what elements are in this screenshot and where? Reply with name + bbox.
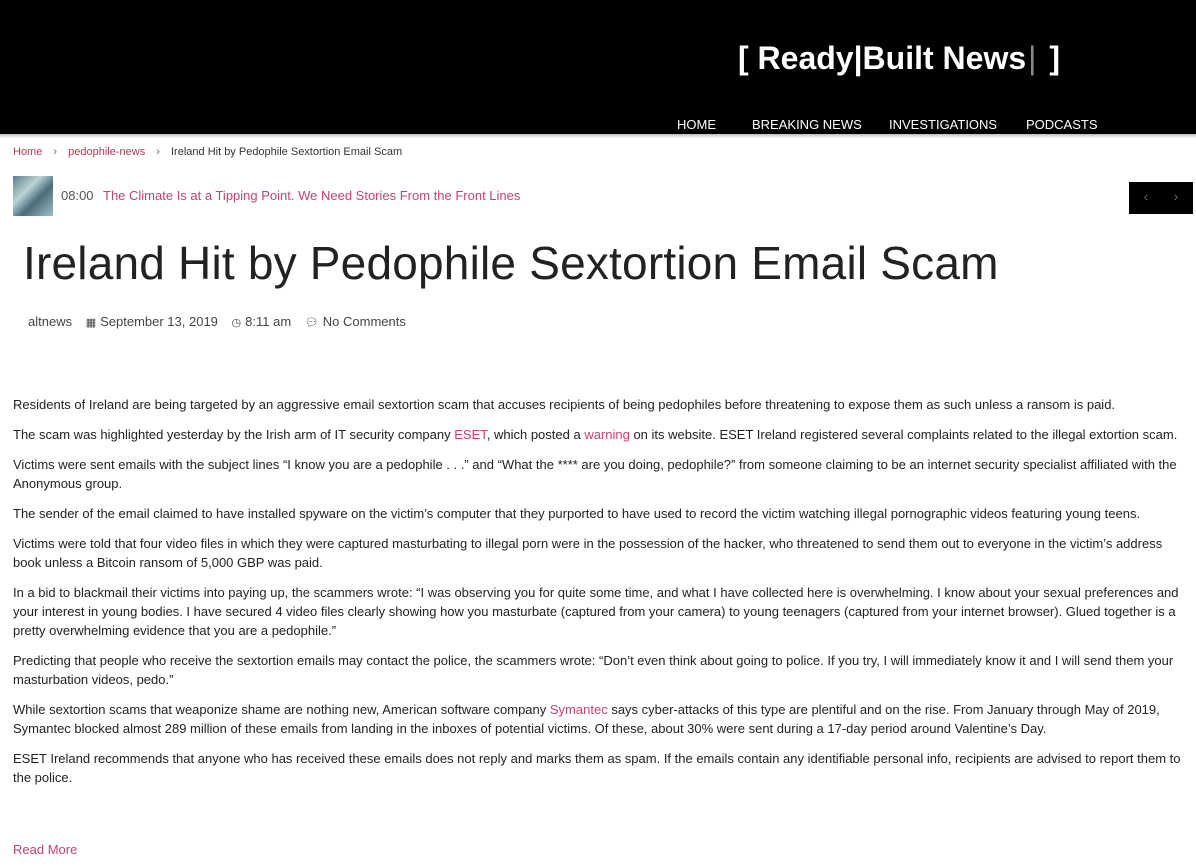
paragraph: The scam was highlighted yesterday by th…	[13, 425, 1191, 444]
post-date: September 13, 2019	[100, 314, 218, 329]
breadcrumb-category[interactable]: pedophile-news	[68, 146, 145, 158]
ticker-nav: ‹ ›	[1129, 182, 1193, 214]
nav-home[interactable]: HOME	[677, 117, 716, 132]
article-meta: altnews ▦ September 13, 2019 ◷ 8:11 am 💬︎ N…	[28, 314, 416, 329]
text: The scam was highlighted yesterday by th…	[13, 427, 455, 442]
chevron-right-icon: ›	[53, 146, 58, 158]
symantec-link[interactable]: Symantec	[550, 702, 608, 717]
paragraph: Residents of Ireland are being targeted …	[13, 397, 1116, 412]
ticker-time: 08:00	[61, 188, 94, 203]
site-logo[interactable]: [ Ready|Built News| ]	[738, 40, 1060, 77]
read-more-link[interactable]: Read More	[13, 842, 77, 857]
paragraph: The sender of the email claimed to have …	[13, 506, 1141, 521]
text: on its website. ESET Ireland registered …	[629, 427, 1178, 442]
breadcrumb-home[interactable]: Home	[13, 146, 42, 158]
paragraph: Predicting that people who receive the s…	[13, 653, 1174, 687]
paragraph: Victims were sent emails with the subjec…	[13, 457, 1177, 491]
warning-link[interactable]: warning	[584, 427, 630, 442]
paragraph: In a bid to blackmail their victims into…	[13, 585, 1179, 638]
ticker-prev-button[interactable]: ‹	[1135, 188, 1157, 204]
logo-open-bracket: [	[738, 40, 749, 76]
eset-link[interactable]: ESET	[454, 427, 487, 442]
main-nav: HOME BREAKING NEWS INVESTIGATIONS PODCAS…	[0, 117, 1196, 134]
comment-icon: 💬︎	[304, 317, 319, 329]
header-shadow	[0, 134, 1196, 138]
chevron-right-icon: ›	[156, 146, 160, 158]
ticker-thumbnail[interactable]	[13, 176, 53, 216]
article-title: Ireland Hit by Pedophile Sextortion Emai…	[23, 237, 999, 289]
paragraph: ESET Ireland recommends that anyone who …	[13, 751, 1181, 785]
comments-link[interactable]: No Comments	[323, 314, 406, 329]
clock-icon: ◷	[231, 317, 242, 329]
nav-breaking-news[interactable]: BREAKING NEWS	[752, 117, 862, 132]
paragraph: Victims were told that four video files …	[13, 536, 1163, 570]
calendar-icon: ▦	[85, 317, 97, 329]
paragraph: While sextortion scams that weaponize sh…	[13, 700, 1191, 738]
ticker-headline-link[interactable]: The Climate Is at a Tipping Point. We Ne…	[103, 188, 520, 203]
logo-cursor: |	[1028, 40, 1037, 76]
logo-close-bracket: ]	[1049, 40, 1060, 76]
post-time: 8:11 am	[245, 314, 292, 329]
breadcrumb: Home › pedophile-news › Ireland Hit by P…	[13, 146, 402, 158]
text: While sextortion scams that weaponize sh…	[13, 702, 550, 717]
logo-text: Ready|Built News	[757, 40, 1027, 76]
nav-investigations[interactable]: INVESTIGATIONS	[889, 117, 997, 132]
nav-podcasts[interactable]: PODCASTS	[1026, 117, 1098, 132]
author-link[interactable]: altnews	[28, 314, 72, 329]
text: , which posted a	[486, 427, 585, 442]
ticker-next-button[interactable]: ›	[1165, 188, 1187, 204]
site-header: [ Ready|Built News| ] HOME BREAKING NEWS…	[0, 0, 1196, 134]
article-body: Residents of Ireland are being targeted …	[13, 395, 1191, 798]
breadcrumb-current: Ireland Hit by Pedophile Sextortion Emai…	[171, 146, 403, 158]
